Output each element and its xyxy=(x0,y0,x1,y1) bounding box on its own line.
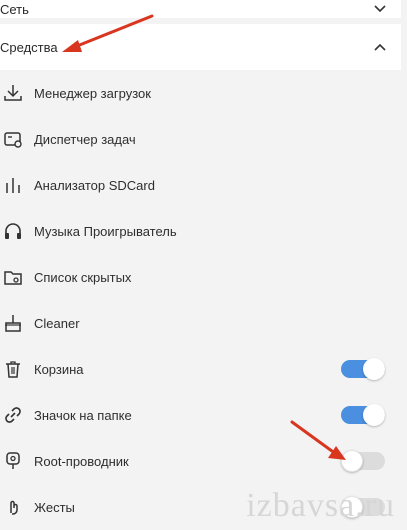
menu-item-label: Анализатор SDCard xyxy=(34,177,155,193)
menu-item-cleaner[interactable]: Cleaner xyxy=(0,300,401,346)
menu-item-trash[interactable]: Корзина xyxy=(0,346,401,392)
root-icon xyxy=(6,452,20,469)
menu-item-task-manager[interactable]: Диспетчер задач xyxy=(0,116,401,162)
menu-item-label: Музыка Проигрыватель xyxy=(34,223,177,239)
bars-icon xyxy=(6,178,20,193)
menu-item-music-player[interactable]: Музыка Проигрыватель xyxy=(0,208,401,254)
link-icon xyxy=(5,407,21,423)
menu-item-label: Жесты xyxy=(34,499,75,515)
menu-item-download-manager[interactable]: Менеджер загрузок xyxy=(0,70,401,116)
gesture-icon xyxy=(10,500,18,515)
trash-toggle[interactable] xyxy=(341,358,385,380)
annotation-arrow-tools xyxy=(62,14,154,52)
section-tools-label: Средства xyxy=(0,39,58,55)
chevron-down-icon[interactable] xyxy=(373,2,387,16)
chevron-up-icon[interactable] xyxy=(373,40,387,54)
menu-item-label: Корзина xyxy=(34,361,84,377)
menu-item-label: Менеджер загрузок xyxy=(34,85,151,101)
menu-item-label: Root-проводник xyxy=(34,453,129,469)
cleaner-icon xyxy=(5,315,21,332)
menu-item-sdcard-analyzer[interactable]: Анализатор SDCard xyxy=(0,162,401,208)
menu-item-label: Диспетчер задач xyxy=(34,131,136,147)
toggle-knob xyxy=(363,358,385,380)
menu-item-hidden-list[interactable]: Список скрытых xyxy=(0,254,401,300)
download-icon xyxy=(4,85,22,101)
annotation-arrow-root xyxy=(290,420,346,460)
task-manager-icon xyxy=(4,132,22,148)
toggle-knob xyxy=(363,404,385,426)
menu-item-label: Значок на папке xyxy=(34,407,132,423)
trash-icon xyxy=(6,361,20,378)
menu-item-label: Cleaner xyxy=(34,315,80,331)
section-network-label: Сеть xyxy=(0,1,29,17)
menu-item-label: Список скрытых xyxy=(34,269,132,285)
watermark: izbavsa.ru xyxy=(246,487,395,524)
headphones-icon xyxy=(5,223,21,239)
hidden-folder-icon xyxy=(4,271,22,285)
